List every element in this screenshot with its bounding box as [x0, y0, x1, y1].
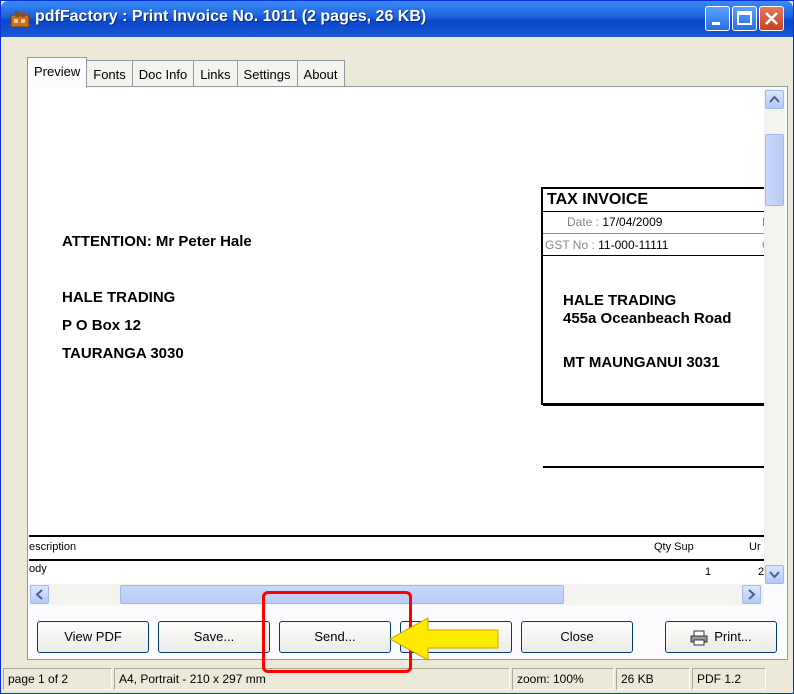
invoice-title: TAX INVOICE	[547, 191, 649, 208]
col-unit: Ur	[749, 541, 761, 553]
chevron-right-icon	[748, 589, 756, 600]
minimize-button[interactable]	[705, 6, 730, 31]
invoice-box: TAX INVOICE Date : 17/04/2009 Pa GST No …	[541, 187, 764, 468]
scroll-left-button[interactable]	[30, 585, 49, 604]
date-label: Date :	[567, 215, 600, 229]
view-pdf-button[interactable]: View PDF	[37, 621, 149, 653]
address-line-1: HALE TRADING	[62, 289, 176, 306]
status-file-size: 26 KB	[616, 668, 690, 690]
chevron-up-icon	[769, 95, 780, 103]
pdffactory-app-icon	[10, 11, 30, 28]
col-description: escription	[29, 541, 77, 553]
window-title: pdfFactory : Print Invoice No. 1011 (2 p…	[35, 8, 427, 25]
scroll-down-button[interactable]	[765, 565, 784, 584]
ship-city: MT MAUNGANUI 3031	[563, 354, 720, 371]
status-pdf-version: PDF 1.2	[692, 668, 766, 690]
document-preview[interactable]: ATTENTION: Mr Peter Hale HALE TRADING P …	[29, 89, 764, 584]
printer-icon	[690, 630, 708, 646]
status-page: page 1 of 2	[3, 668, 112, 690]
tab-links[interactable]: Links	[193, 60, 238, 88]
col-qty-sup: Qty Sup	[654, 541, 694, 553]
tab-about[interactable]: About	[296, 60, 345, 88]
pointer-arrow-icon	[388, 617, 499, 661]
gst-field: GST No : 11-000-11111	[545, 238, 668, 252]
ship-line-1: HALE TRADING	[563, 292, 677, 309]
tab-fonts[interactable]: Fonts	[86, 60, 133, 88]
row-description: ody	[29, 563, 47, 575]
minimize-icon	[712, 22, 720, 25]
address-line-3: TAURANGA 3030	[62, 345, 184, 362]
date-value: 17/04/2009	[602, 215, 663, 229]
save-button[interactable]: Save...	[158, 621, 270, 653]
tab-doc-info[interactable]: Doc Info	[131, 60, 195, 88]
title-bar[interactable]: pdfFactory : Print Invoice No. 1011 (2 p…	[1, 1, 793, 37]
status-zoom: zoom: 100%	[512, 668, 614, 690]
gst-label: GST No :	[545, 238, 595, 252]
maximize-icon	[737, 11, 752, 25]
row-qty: 1	[705, 566, 712, 578]
tab-strip: Preview Fonts Doc Info Links Settings Ab…	[27, 57, 345, 88]
scroll-up-button[interactable]	[765, 90, 784, 109]
address-line-2: P O Box 12	[62, 317, 141, 334]
print-button[interactable]: Print...	[665, 621, 777, 653]
attention-line: ATTENTION: Mr Peter Hale	[62, 233, 252, 250]
tab-settings[interactable]: Settings	[236, 60, 298, 88]
ship-line-2: 455a Oceanbeach Road	[563, 310, 732, 327]
maximize-button[interactable]	[732, 6, 757, 31]
close-button[interactable]: Close	[521, 621, 633, 653]
chevron-left-icon	[35, 589, 43, 600]
vertical-scroll-thumb[interactable]	[765, 134, 784, 206]
chevron-down-icon	[769, 571, 780, 579]
date-field: Date : 17/04/2009	[567, 215, 662, 229]
tab-preview[interactable]: Preview	[27, 57, 88, 88]
close-window-button[interactable]	[759, 6, 784, 31]
close-icon	[765, 12, 778, 25]
app-window: pdfFactory : Print Invoice No. 1011 (2 p…	[0, 0, 794, 694]
vertical-scrollbar[interactable]	[764, 89, 785, 584]
print-button-label: Print...	[714, 629, 752, 644]
gst-value: 11-000-11111	[598, 238, 669, 252]
scroll-right-button[interactable]	[742, 585, 761, 604]
